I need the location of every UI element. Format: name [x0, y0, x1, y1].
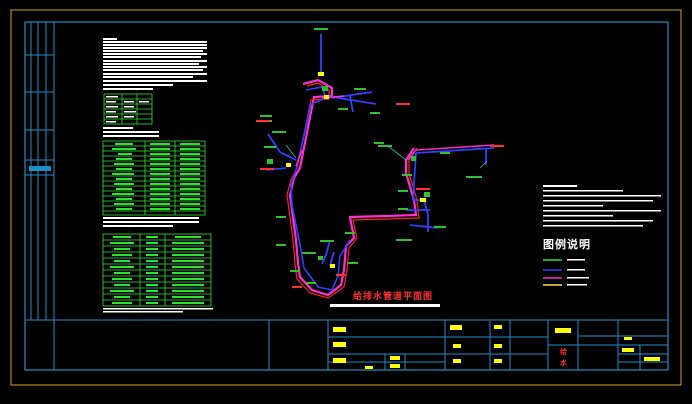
material-table: [102, 233, 212, 307]
binding-strip: [25, 22, 55, 370]
bottom-notes: [103, 308, 213, 313]
titleblock-mark-1: 给: [560, 348, 567, 356]
legend-swatches: [543, 259, 589, 286]
drain-lines: [295, 95, 495, 167]
table-notes: [103, 217, 199, 227]
cad-drawing-canvas: [10, 9, 682, 386]
legend-notes: [543, 185, 661, 227]
mid-notes: [103, 127, 159, 137]
main-title-underline: [330, 304, 440, 307]
title-block: [25, 319, 668, 370]
small-spec-table: [103, 93, 153, 125]
binding-strip-stamp: [29, 166, 51, 171]
building-outline: [286, 78, 420, 299]
red-labels: [256, 103, 504, 288]
design-notes-block: [103, 38, 207, 90]
legend-title: 图例说明: [543, 238, 591, 251]
leader-lines: [285, 144, 487, 169]
equipment-table-text: [112, 143, 200, 210]
drawing-main-title: 给排水管道平面图: [353, 292, 434, 302]
titleblock-mark-2: 水: [560, 359, 567, 367]
